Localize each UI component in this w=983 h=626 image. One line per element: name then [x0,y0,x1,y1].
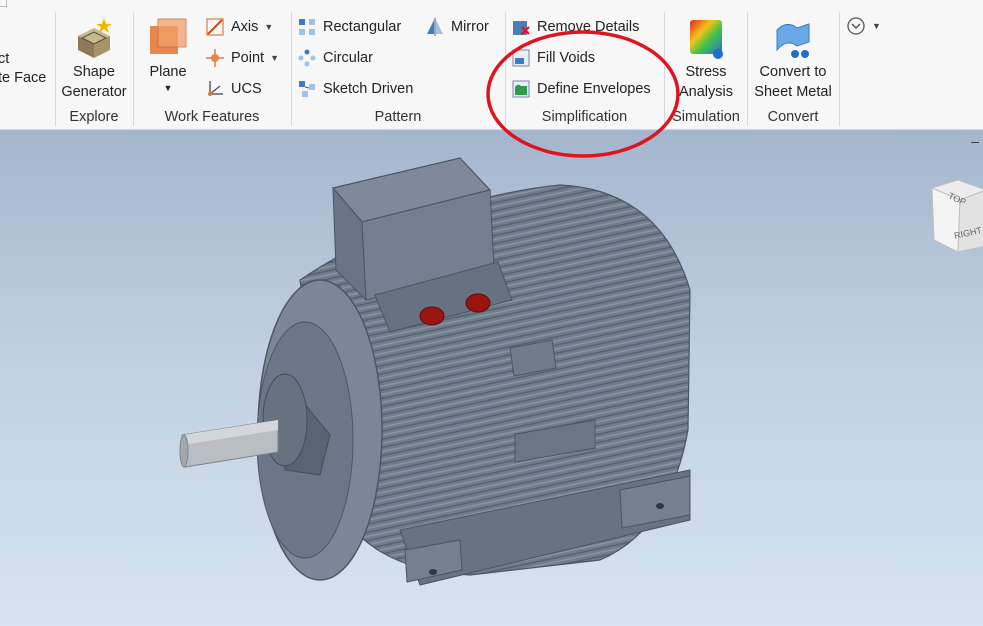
remove-details-button[interactable]: Remove Details [512,14,639,40]
ucs-button[interactable]: UCS [206,76,262,102]
define-envelopes-icon [512,80,530,98]
quick-access-strip [0,0,983,7]
plane-label: Plane [149,64,187,80]
ucs-icon [208,81,223,96]
mirror-button[interactable]: Mirror [426,14,489,40]
axis-label: Axis [231,19,259,35]
mirror-label: Mirror [451,19,489,35]
simulation-group: Stress Analysis Simulation [665,8,747,128]
convert-group: Convert to Sheet Metal Convert [748,8,838,128]
point-label: Point [231,50,265,66]
work-features-group-label: Work Features [164,109,260,125]
overflow-dropdown-caret[interactable]: ▼ [872,21,881,31]
fill-voids-button[interactable]: Fill Voids [512,45,595,71]
remove-details-icon [513,21,530,35]
partial-left-label-1: ct [0,51,10,67]
point-button[interactable]: Point ▼ [206,45,279,71]
convert-sheet-metal-icon [776,23,810,58]
point-icon [206,49,224,67]
stress-analysis-label-2: Analysis [679,84,733,100]
axis-icon [206,18,224,36]
shape-generator-button[interactable]: Shape Generator [56,16,132,102]
axis-button[interactable]: Axis ▼ [206,14,273,40]
stress-analysis-label-1: Stress [685,64,727,80]
explore-group: Shape Generator Explore [56,8,132,128]
simplification-group-label: Simplification [541,109,628,125]
circular-pattern-icon [298,49,316,67]
electric-motor-model[interactable] [0,130,983,626]
pattern-group-label: Pattern [374,109,422,125]
shape-generator-icon [78,18,112,58]
fill-voids-icon [512,49,530,67]
chevron-down-circle-icon [847,17,865,35]
plane-icon [150,18,187,54]
stress-analysis-button[interactable]: Stress Analysis [665,16,747,102]
point-dropdown-caret[interactable]: ▼ [270,45,279,71]
convert-label-1: Convert to [759,64,827,80]
ucs-label: UCS [231,81,262,97]
sketch-driven-pattern-button[interactable]: Sketch Driven [298,76,413,102]
shape-generator-label-2: Generator [61,84,127,100]
circular-pattern-button[interactable]: Circular [298,45,373,71]
stress-analysis-icon [690,20,723,59]
shape-generator-label-1: Shape [73,64,115,80]
work-features-group: Plane ▼ Axis ▼ Point ▼ UCS Work Features [134,8,290,128]
partial-left-button[interactable]: ct te Face [0,50,46,88]
define-envelopes-label: Define Envelopes [537,81,651,97]
rectangular-pattern-button[interactable]: Rectangular [298,14,401,40]
simulation-group-label: Simulation [672,109,740,125]
rectangular-pattern-label: Rectangular [323,19,402,35]
partial-left-label-2: te Face [0,70,47,86]
graphics-viewport[interactable]: – TOP RIGHT [0,130,983,626]
fill-voids-label: Fill Voids [537,50,596,66]
ribbon: ct te Face Shape Generator Explore Plane [0,0,983,130]
pattern-group: Rectangular Circular Sketch Driven Mirro… [292,8,504,128]
explore-group-label: Explore [69,109,119,125]
mirror-icon [427,18,443,36]
rectangular-pattern-icon [299,19,315,35]
axis-dropdown-caret[interactable]: ▼ [264,14,273,40]
define-envelopes-button[interactable]: Define Envelopes [512,76,651,102]
sketch-driven-pattern-icon [299,81,315,97]
plane-button[interactable]: Plane ▼ [140,16,196,94]
ribbon-overflow-button[interactable]: ▼ [846,16,881,36]
sketch-driven-pattern-label: Sketch Driven [323,81,414,97]
convert-group-label: Convert [767,109,819,125]
circular-pattern-label: Circular [323,50,373,66]
convert-label-2: Sheet Metal [754,84,832,100]
plane-dropdown-caret[interactable]: ▼ [140,82,196,94]
convert-to-sheet-metal-button[interactable]: Convert to Sheet Metal [748,16,838,102]
simplification-group: Remove Details Fill Voids Define Envelop… [506,8,663,128]
remove-details-label: Remove Details [537,19,640,35]
